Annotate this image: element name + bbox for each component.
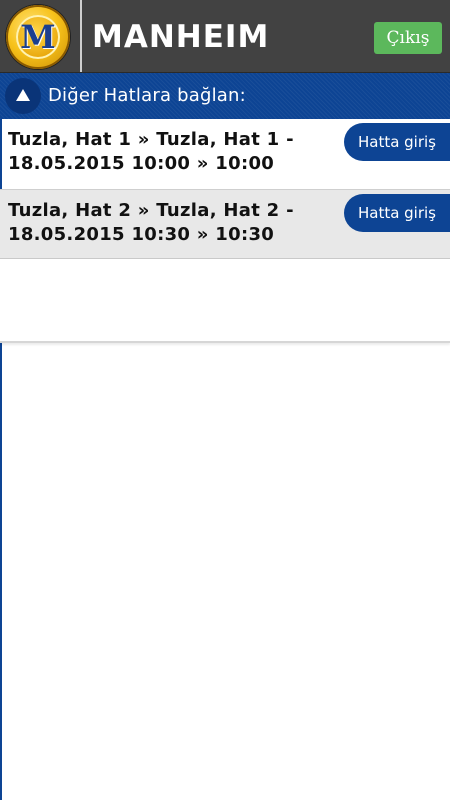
list-item: Tuzla, Hat 2 » Tuzla, Hat 2 - 18.05.2015… [0,190,450,260]
logo-letter: M [20,18,56,56]
enter-line-button[interactable]: Hatta giriş [344,123,450,161]
collapse-toggle-button[interactable] [5,78,41,114]
enter-line-button[interactable]: Hatta giriş [344,194,450,232]
section-label: Diğer Hatlara bağlan: [48,85,246,106]
triangle-up-icon [16,89,30,101]
line-list: Tuzla, Hat 1 » Tuzla, Hat 1 - 18.05.2015… [0,119,450,260]
logo-divider [80,0,82,72]
brand-title: MANHEIM [92,19,270,55]
other-lines-header[interactable]: Diğer Hatlara bağlan: [0,73,450,119]
top-bar: M MANHEIM Çıkış [0,0,450,73]
line-description: Tuzla, Hat 1 » Tuzla, Hat 1 - 18.05.2015… [8,129,294,174]
logout-button[interactable]: Çıkış [374,22,442,54]
empty-panel [0,259,450,343]
manheim-logo-icon: M [6,5,70,69]
list-item: Tuzla, Hat 1 » Tuzla, Hat 1 - 18.05.2015… [0,119,450,190]
line-description: Tuzla, Hat 2 » Tuzla, Hat 2 - 18.05.2015… [8,200,294,245]
